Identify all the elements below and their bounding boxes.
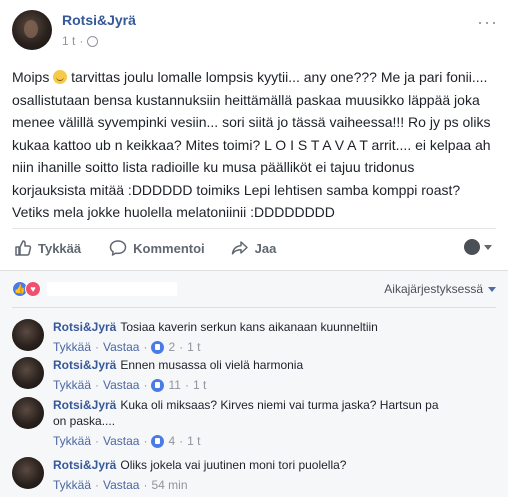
- chevron-down-icon: [484, 244, 492, 250]
- post-card: Rotsi&Jyrä 1 t · ··· Moips tarvittas jou…: [0, 0, 508, 270]
- comment-reply-link[interactable]: Vastaa: [103, 477, 139, 493]
- share-button-label: Jaa: [254, 240, 277, 256]
- comment-bubble-icon: [109, 240, 127, 256]
- comment-reply-link[interactable]: Vastaa: [103, 377, 139, 393]
- thumbs-up-icon: [15, 240, 32, 256]
- page-audience-icon: [464, 239, 480, 255]
- post-actions: Tykkää Kommentoi Jaa: [12, 232, 496, 264]
- comment-body: Rotsi&Jyrä Tosiaa kaverin serkun kans aik…: [53, 319, 473, 355]
- smiley-emoji-icon: [53, 70, 68, 84]
- comment-body: Rotsi&Jyrä Kuka oli miksaas? Kirves niemi…: [53, 397, 448, 449]
- more-options-icon[interactable]: ···: [477, 12, 498, 33]
- comment-like-count[interactable]: 4: [168, 433, 175, 449]
- commenter-avatar[interactable]: [12, 319, 44, 351]
- comment-reply-link[interactable]: Vastaa: [103, 433, 139, 449]
- commenter-avatar[interactable]: [12, 457, 44, 489]
- comments-section: 👍 ♥ Aikajärjestyksessä Rotsi&Jyrä Tosiaa …: [0, 270, 508, 497]
- comment-meta: Tykkää · Vastaa · 4 · 1 t: [53, 433, 201, 449]
- like-button-label: Tykkää: [38, 240, 82, 256]
- globe-icon: [87, 35, 99, 47]
- comment-like-link[interactable]: Tykkää: [53, 477, 91, 493]
- actions-divider: [12, 228, 496, 229]
- love-reaction-icon: ♥: [25, 281, 41, 297]
- share-arrow-icon: [231, 241, 248, 255]
- comment-like-link[interactable]: Tykkää: [53, 377, 91, 393]
- comment-timestamp[interactable]: 1 t: [187, 339, 200, 355]
- post-text: Moips tarvittas joulu lomalle lompsis ky…: [12, 66, 492, 224]
- comment-timestamp[interactable]: 1 t: [187, 433, 200, 449]
- comment-meta: Tykkää · Vastaa · 54 min: [53, 477, 188, 493]
- redacted-reactors: [47, 282, 177, 296]
- comment-body: Rotsi&Jyrä Ennen musassa oli vielä harmon…: [53, 357, 473, 393]
- post-author-name[interactable]: Rotsi&Jyrä: [62, 12, 136, 28]
- like-count-icon: [151, 340, 165, 354]
- post-header: Rotsi&Jyrä 1 t · ···: [12, 10, 498, 60]
- commenter-avatar[interactable]: [12, 357, 44, 389]
- comment-button[interactable]: Kommentoi: [109, 239, 205, 257]
- post-text-rest: tarvittas joulu lomalle lompsis kyytii..…: [12, 69, 491, 220]
- comment-like-count[interactable]: 2: [168, 339, 175, 355]
- share-button[interactable]: Jaa: [231, 239, 277, 257]
- comment-author[interactable]: Rotsi&Jyrä: [53, 398, 116, 412]
- comment-author[interactable]: Rotsi&Jyrä: [53, 320, 116, 334]
- comment-like-count[interactable]: 11: [168, 377, 180, 393]
- comment-author[interactable]: Rotsi&Jyrä: [53, 458, 116, 472]
- comment-author[interactable]: Rotsi&Jyrä: [53, 358, 116, 372]
- comment-text: Oliks jokela vai juutinen moni tori puol…: [120, 458, 347, 472]
- comment-meta: Tykkää · Vastaa · 2 · 1 t: [53, 339, 201, 355]
- comment-like-link[interactable]: Tykkää: [53, 433, 91, 449]
- sort-label: Aikajärjestyksessä: [384, 282, 483, 296]
- author-avatar[interactable]: [12, 10, 52, 50]
- like-button[interactable]: Tykkää: [14, 239, 81, 257]
- like-count-icon: [151, 434, 165, 448]
- comment-button-label: Kommentoi: [133, 240, 205, 256]
- meta-separator: ·: [79, 34, 84, 48]
- audience-selector[interactable]: [464, 239, 492, 255]
- comment-sort-dropdown[interactable]: Aikajärjestyksessä: [384, 282, 496, 296]
- comment-timestamp[interactable]: 54 min: [151, 477, 187, 493]
- post-meta: 1 t ·: [62, 34, 99, 48]
- comment-reply-link[interactable]: Vastaa: [103, 339, 139, 355]
- comment-text: Tosiaa kaverin serkun kans aikanaan kuun…: [120, 320, 378, 334]
- commenter-avatar[interactable]: [12, 397, 44, 429]
- chevron-down-icon: [488, 286, 496, 292]
- post-timestamp[interactable]: 1 t: [62, 34, 75, 48]
- comment-like-link[interactable]: Tykkää: [53, 339, 91, 355]
- comment-timestamp[interactable]: 1 t: [193, 377, 206, 393]
- comments-divider: [12, 307, 496, 308]
- comment-meta: Tykkää · Vastaa · 11 · 1 t: [53, 377, 207, 393]
- comment-body: Rotsi&Jyrä Oliks jokela vai juutinen moni…: [53, 457, 473, 493]
- like-count-icon: [151, 378, 165, 392]
- comment-text: Ennen musassa oli vielä harmonia: [120, 358, 304, 372]
- post-text-start: Moips: [12, 69, 50, 85]
